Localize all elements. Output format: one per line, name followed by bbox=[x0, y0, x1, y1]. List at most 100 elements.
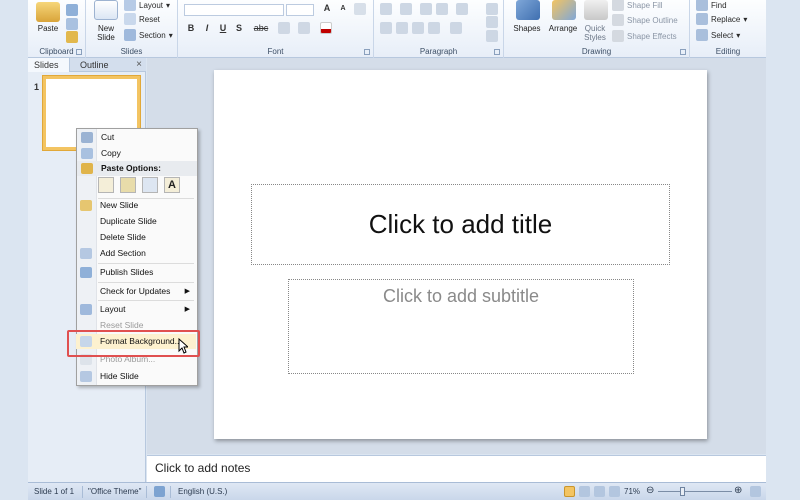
paste-icon bbox=[81, 163, 93, 174]
layout-icon bbox=[124, 0, 136, 11]
paste-use-destination-theme-icon[interactable] bbox=[98, 177, 114, 193]
font-color-icon[interactable] bbox=[320, 22, 332, 34]
mouse-cursor-icon bbox=[178, 338, 188, 354]
bold-button[interactable]: B bbox=[184, 22, 198, 34]
select-button[interactable]: Select ▾ bbox=[696, 29, 740, 41]
find-icon bbox=[696, 0, 708, 11]
menu-item-copy[interactable]: Copy bbox=[77, 146, 197, 161]
chevron-down-icon: ▾ bbox=[743, 14, 748, 24]
increase-indent-icon[interactable] bbox=[436, 3, 448, 15]
zoom-in-icon[interactable]: ⊕ bbox=[734, 485, 742, 496]
justify-icon[interactable] bbox=[428, 22, 440, 34]
paste-keep-source-formatting-icon[interactable] bbox=[120, 177, 136, 193]
select-icon bbox=[696, 29, 708, 41]
slide-sorter-view-icon[interactable] bbox=[579, 486, 590, 497]
paragraph-group-label: Paragraph bbox=[419, 47, 458, 56]
shrink-font-button[interactable]: A bbox=[336, 3, 350, 15]
paste-button[interactable]: Paste bbox=[34, 24, 62, 33]
section-button[interactable]: Section ▾ bbox=[124, 29, 173, 41]
chevron-down-icon: ▾ bbox=[166, 0, 171, 10]
copy-icon[interactable] bbox=[66, 18, 78, 30]
decrease-indent-icon[interactable] bbox=[420, 3, 432, 15]
new-slide-button[interactable]: New Slide bbox=[88, 24, 124, 42]
zoom-slider-thumb[interactable] bbox=[680, 487, 685, 496]
cut-icon bbox=[81, 132, 93, 143]
chevron-down-icon: ▾ bbox=[168, 30, 173, 40]
tab-slides[interactable]: Slides bbox=[28, 58, 70, 72]
drawing-launcher-icon[interactable] bbox=[680, 49, 686, 55]
normal-view-icon[interactable] bbox=[564, 486, 575, 497]
shape-fill-button[interactable]: Shape Fill bbox=[612, 0, 663, 11]
find-button[interactable]: Find bbox=[696, 0, 727, 11]
notes-pane[interactable]: Click to add notes bbox=[147, 455, 766, 482]
columns-icon[interactable] bbox=[450, 22, 462, 34]
tab-outline[interactable]: Outline bbox=[74, 58, 115, 72]
convert-smartart-icon[interactable] bbox=[486, 30, 498, 42]
replace-icon bbox=[696, 13, 708, 25]
character-spacing-icon[interactable] bbox=[278, 22, 290, 34]
language-status[interactable]: English (U.S.) bbox=[178, 487, 227, 496]
clear-formatting-icon[interactable] bbox=[354, 3, 366, 15]
layout-button[interactable]: Layout ▾ bbox=[124, 0, 170, 11]
reading-view-icon[interactable] bbox=[594, 486, 605, 497]
paste-icon[interactable] bbox=[36, 2, 60, 22]
close-icon[interactable]: × bbox=[136, 59, 142, 70]
align-center-icon[interactable] bbox=[396, 22, 408, 34]
drawing-group: Shapes Arrange Quick Styles Shape Fill S… bbox=[504, 0, 690, 58]
font-name-combo[interactable] bbox=[184, 4, 284, 16]
cut-icon[interactable] bbox=[66, 4, 78, 16]
slide-show-icon[interactable] bbox=[609, 486, 620, 497]
font-launcher-icon[interactable] bbox=[364, 49, 370, 55]
line-spacing-icon[interactable] bbox=[456, 3, 468, 15]
zoom-level[interactable]: 71% bbox=[624, 487, 640, 496]
text-direction-icon[interactable] bbox=[486, 3, 498, 15]
shadow-button[interactable]: S bbox=[232, 22, 246, 34]
subtitle-placeholder[interactable]: Click to add subtitle bbox=[288, 279, 634, 374]
format-painter-icon[interactable] bbox=[66, 31, 78, 43]
grow-font-button[interactable]: A bbox=[320, 2, 334, 14]
change-case-icon[interactable] bbox=[298, 22, 310, 34]
font-group-label: Font bbox=[267, 47, 284, 56]
status-divider bbox=[146, 486, 147, 498]
align-left-icon[interactable] bbox=[380, 22, 392, 34]
fit-to-window-icon[interactable] bbox=[750, 486, 761, 497]
reset-button[interactable]: Reset bbox=[124, 13, 160, 25]
chevron-down-icon: ▾ bbox=[736, 30, 741, 40]
spelling-check-icon[interactable] bbox=[154, 486, 165, 497]
shapes-button[interactable]: Shapes bbox=[508, 24, 546, 33]
strikethrough-button[interactable]: abc bbox=[250, 22, 272, 34]
menu-item-cut[interactable]: Cut bbox=[77, 130, 197, 145]
paste-picture-icon[interactable] bbox=[142, 177, 158, 193]
menu-paste-options-header: Paste Options: bbox=[77, 161, 197, 176]
font-size-combo[interactable] bbox=[286, 4, 314, 16]
italic-button[interactable]: I bbox=[200, 22, 214, 34]
right-gutter bbox=[766, 0, 800, 500]
zoom-slider[interactable] bbox=[658, 491, 732, 492]
shape-outline-button[interactable]: Shape Outline bbox=[612, 14, 678, 26]
shape-effects-button[interactable]: Shape Effects bbox=[612, 30, 677, 42]
quick-styles-button[interactable]: Quick Styles bbox=[576, 24, 614, 42]
replace-button[interactable]: Replace ▾ bbox=[696, 13, 747, 25]
new-slide-icon[interactable] bbox=[94, 0, 118, 20]
numbering-icon[interactable] bbox=[400, 3, 412, 15]
shapes-icon[interactable] bbox=[516, 0, 540, 20]
arrange-icon[interactable] bbox=[552, 0, 576, 20]
shape-outline-icon bbox=[612, 14, 624, 26]
paragraph-launcher-icon[interactable] bbox=[494, 49, 500, 55]
title-placeholder[interactable]: Click to add title bbox=[251, 184, 670, 265]
paste-text-only-icon[interactable]: A bbox=[164, 177, 180, 193]
zoom-out-icon[interactable]: ⊖ bbox=[646, 485, 654, 496]
align-right-icon[interactable] bbox=[412, 22, 424, 34]
status-bar: Slide 1 of 1 "Office Theme" English (U.S… bbox=[28, 482, 766, 500]
ribbon: Paste Clipboard New Slide Layout ▾ Reset … bbox=[28, 0, 766, 58]
reset-icon bbox=[124, 13, 136, 25]
bullets-icon[interactable] bbox=[380, 3, 392, 15]
align-text-icon[interactable] bbox=[486, 16, 498, 28]
quick-styles-icon[interactable] bbox=[584, 0, 608, 20]
editing-group-label: Editing bbox=[715, 47, 741, 56]
underline-button[interactable]: U bbox=[216, 22, 230, 34]
copy-icon bbox=[81, 148, 93, 159]
clipboard-launcher-icon[interactable] bbox=[76, 49, 82, 55]
theme-status[interactable]: "Office Theme" bbox=[88, 487, 141, 496]
slide-canvas[interactable]: Click to add title Click to add subtitle bbox=[214, 70, 707, 439]
